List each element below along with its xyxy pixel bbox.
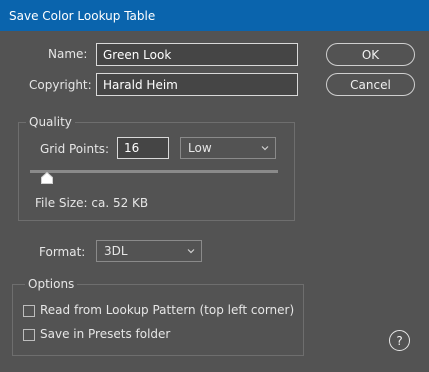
cancel-button-label: Cancel [350,77,391,92]
options-legend: Options [25,277,78,291]
file-size-text: File Size: ca. 52 KB [35,196,149,210]
quality-preset-value: Low [188,141,212,155]
grid-points-field[interactable] [117,137,169,159]
ok-button-label: OK [361,47,380,62]
format-dropdown[interactable]: 3DL [96,240,202,262]
title-bar: Save Color Lookup Table [0,0,429,31]
chevron-down-icon [261,146,269,151]
quality-legend: Quality [26,115,75,129]
window-title: Save Color Lookup Table [9,8,156,23]
save-in-presets-checkbox[interactable] [23,329,35,341]
name-field[interactable] [96,43,298,66]
cancel-button[interactable]: Cancel [326,73,415,96]
chevron-down-icon [187,249,195,254]
ok-button[interactable]: OK [326,43,415,66]
name-label: Name: [48,47,88,61]
save-in-presets-label[interactable]: Save in Presets folder [40,327,170,341]
help-icon[interactable]: ? [389,330,410,351]
grid-points-slider[interactable] [30,170,278,173]
grid-points-label: Grid Points: [40,142,110,156]
help-button-label: ? [396,333,403,348]
read-from-pattern-label[interactable]: Read from Lookup Pattern (top left corne… [40,303,294,317]
copyright-field[interactable] [96,73,298,96]
quality-preset-dropdown[interactable]: Low [180,137,276,159]
format-label: Format: [39,245,86,259]
slider-thumb-icon[interactable] [41,172,53,184]
format-value: 3DL [104,244,128,258]
read-from-pattern-checkbox[interactable] [23,305,35,317]
copyright-label: Copyright: [29,78,92,92]
options-group [12,284,304,356]
